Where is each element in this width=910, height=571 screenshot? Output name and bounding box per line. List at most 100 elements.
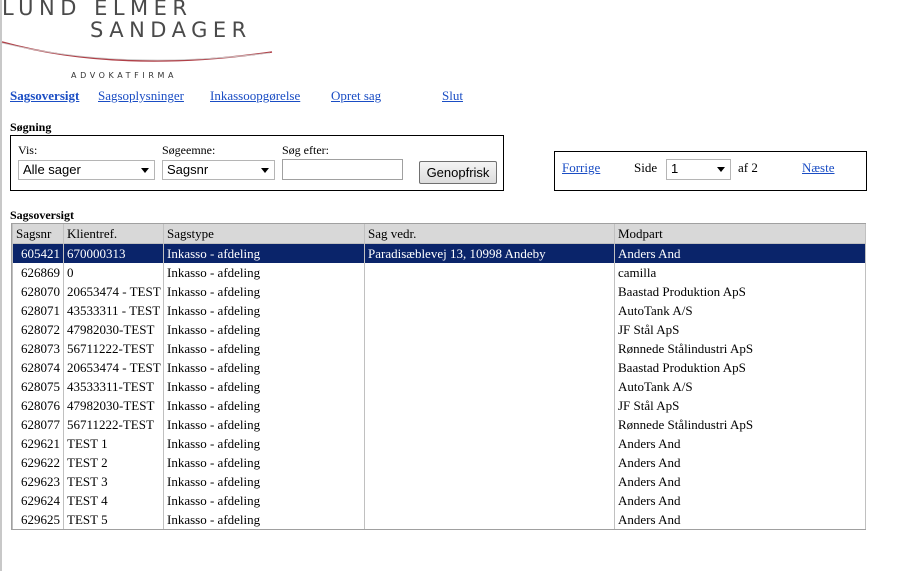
cell-sagstype[interactable]: Inkasso - afdeling bbox=[163, 453, 365, 472]
table-row[interactable]: 605421 670000313 Inkasso - afdeling Paradis… bbox=[12, 243, 866, 263]
cell-sag-vedr[interactable] bbox=[364, 510, 615, 529]
cell-klientref[interactable]: 43533311-TEST bbox=[63, 377, 164, 396]
cell-sag-vedr[interactable] bbox=[364, 282, 615, 301]
cell-sagstype[interactable]: Inkasso - afdeling bbox=[163, 510, 365, 529]
cell-sagstype[interactable]: Inkasso - afdeling bbox=[163, 263, 365, 282]
cell-sag-vedr[interactable] bbox=[364, 434, 615, 453]
col-header-sagstype[interactable]: Sagstype bbox=[163, 224, 365, 244]
cell-sag-vedr[interactable] bbox=[364, 339, 615, 358]
cell-sagsnr[interactable]: 629623 bbox=[12, 472, 64, 491]
cell-sagsnr[interactable]: 628076 bbox=[12, 396, 64, 415]
cell-sag-vedr[interactable] bbox=[364, 396, 615, 415]
cell-modpart[interactable]: AutoTank A/S bbox=[614, 377, 866, 396]
col-header-sagsnr[interactable]: Sagsnr bbox=[12, 224, 64, 244]
table-row[interactable]: 628074 20653474 - TEST Inkasso - afdeling B… bbox=[12, 358, 866, 377]
cell-sagstype[interactable]: Inkasso - afdeling bbox=[163, 472, 365, 491]
page-select[interactable]: 1 bbox=[666, 159, 731, 180]
cell-sagstype[interactable]: Inkasso - afdeling bbox=[163, 243, 365, 263]
cell-klientref[interactable]: 43533311 - TEST bbox=[63, 301, 164, 320]
genopfrisk-button[interactable]: Genopfrisk bbox=[419, 161, 497, 184]
cell-klientref[interactable]: 56711222-TEST bbox=[63, 415, 164, 434]
cell-sagstype[interactable]: Inkasso - afdeling bbox=[163, 339, 365, 358]
cell-sagsnr[interactable]: 628075 bbox=[12, 377, 64, 396]
table-row[interactable]: 626869 0 Inkasso - afdeling camilla bbox=[12, 263, 866, 282]
cell-sagsnr[interactable]: 629625 bbox=[12, 510, 64, 529]
cell-sagstype[interactable]: Inkasso - afdeling bbox=[163, 415, 365, 434]
cell-sagstype[interactable]: Inkasso - afdeling bbox=[163, 434, 365, 453]
cell-modpart[interactable]: Anders And bbox=[614, 434, 866, 453]
cell-sagsnr[interactable]: 628077 bbox=[12, 415, 64, 434]
cell-sag-vedr[interactable] bbox=[364, 377, 615, 396]
cell-sag-vedr[interactable] bbox=[364, 358, 615, 377]
cell-modpart[interactable]: Baastad Produktion ApS bbox=[614, 358, 866, 377]
cell-klientref[interactable]: TEST 1 bbox=[63, 434, 164, 453]
table-row[interactable]: 629624 TEST 4 Inkasso - afdeling Anders And bbox=[12, 491, 866, 510]
cell-modpart[interactable]: Anders And bbox=[614, 453, 866, 472]
cell-sagsnr[interactable]: 628072 bbox=[12, 320, 64, 339]
table-row[interactable]: 628072 47982030-TEST Inkasso - afdeling JF … bbox=[12, 320, 866, 339]
col-header-modpart[interactable]: Modpart bbox=[614, 224, 866, 244]
cell-klientref[interactable]: TEST 5 bbox=[63, 510, 164, 529]
soeg-efter-input[interactable] bbox=[282, 159, 403, 180]
cell-sagsnr[interactable]: 605421 bbox=[12, 243, 64, 263]
cell-klientref[interactable]: 670000313 bbox=[63, 243, 164, 263]
cell-modpart[interactable]: Anders And bbox=[614, 472, 866, 491]
cell-sag-vedr[interactable] bbox=[364, 472, 615, 491]
cell-klientref[interactable]: 47982030-TEST bbox=[63, 396, 164, 415]
table-row[interactable]: 628075 43533311-TEST Inkasso - afdeling Aut… bbox=[12, 377, 866, 396]
cell-klientref[interactable]: 20653474 - TEST bbox=[63, 282, 164, 301]
cell-sagsnr[interactable]: 629624 bbox=[12, 491, 64, 510]
cell-sag-vedr[interactable] bbox=[364, 301, 615, 320]
cell-modpart[interactable]: Rønnede Stålindustri ApS bbox=[614, 415, 866, 434]
nav-sagsoversigt[interactable]: Sagsoversigt bbox=[10, 88, 79, 104]
cell-sagsnr[interactable]: 628070 bbox=[12, 282, 64, 301]
cell-modpart[interactable]: Anders And bbox=[614, 510, 866, 529]
table-row[interactable]: 628070 20653474 - TEST Inkasso - afdeling B… bbox=[12, 282, 866, 301]
cell-sag-vedr[interactable]: Paradisæblevej 13, 10998 Andeby bbox=[364, 243, 615, 263]
table-row[interactable]: 628073 56711222-TEST Inkasso - afdeling Røn… bbox=[12, 339, 866, 358]
cell-modpart[interactable]: Anders And bbox=[614, 491, 866, 510]
cell-modpart[interactable]: JF Stål ApS bbox=[614, 396, 866, 415]
nav-opret-sag[interactable]: Opret sag bbox=[331, 88, 381, 104]
cell-klientref[interactable]: 20653474 - TEST bbox=[63, 358, 164, 377]
cell-sagstype[interactable]: Inkasso - afdeling bbox=[163, 301, 365, 320]
cell-klientref[interactable]: 0 bbox=[63, 263, 164, 282]
col-header-sag-vedr[interactable]: Sag vedr. bbox=[364, 224, 615, 244]
cell-sagstype[interactable]: Inkasso - afdeling bbox=[163, 358, 365, 377]
nav-inkassoopgorelse[interactable]: Inkassoopgørelse bbox=[210, 88, 300, 104]
table-row[interactable]: 629623 TEST 3 Inkasso - afdeling Anders And bbox=[12, 472, 866, 491]
table-row[interactable]: 628071 43533311 - TEST Inkasso - afdeling A… bbox=[12, 301, 866, 320]
col-header-klientref[interactable]: Klientref. bbox=[63, 224, 164, 244]
cell-sagsnr[interactable]: 628071 bbox=[12, 301, 64, 320]
table-row[interactable]: 628077 56711222-TEST Inkasso - afdeling Røn… bbox=[12, 415, 866, 434]
cell-sagsnr[interactable]: 629621 bbox=[12, 434, 64, 453]
cell-sagstype[interactable]: Inkasso - afdeling bbox=[163, 282, 365, 301]
next-page-link[interactable]: Næste bbox=[802, 160, 835, 176]
vis-select[interactable]: Alle sager bbox=[18, 160, 155, 180]
nav-slut[interactable]: Slut bbox=[442, 88, 463, 104]
cell-sag-vedr[interactable] bbox=[364, 415, 615, 434]
cell-klientref[interactable]: TEST 3 bbox=[63, 472, 164, 491]
cell-sag-vedr[interactable] bbox=[364, 263, 615, 282]
cell-sagstype[interactable]: Inkasso - afdeling bbox=[163, 396, 365, 415]
cell-modpart[interactable]: AutoTank A/S bbox=[614, 301, 866, 320]
cell-sagsnr[interactable]: 628074 bbox=[12, 358, 64, 377]
table-row[interactable]: 628076 47982030-TEST Inkasso - afdeling JF … bbox=[12, 396, 866, 415]
cell-sagstype[interactable]: Inkasso - afdeling bbox=[163, 320, 365, 339]
cell-sag-vedr[interactable] bbox=[364, 320, 615, 339]
cell-sagsnr[interactable]: 629622 bbox=[12, 453, 64, 472]
nav-sagsoplysninger[interactable]: Sagsoplysninger bbox=[98, 88, 184, 104]
cell-sag-vedr[interactable] bbox=[364, 491, 615, 510]
soegeemne-select[interactable]: Sagsnr bbox=[162, 160, 275, 180]
cell-klientref[interactable]: TEST 4 bbox=[63, 491, 164, 510]
table-row[interactable]: 629625 TEST 5 Inkasso - afdeling Anders And bbox=[12, 510, 866, 529]
cell-modpart[interactable]: Rønnede Stålindustri ApS bbox=[614, 339, 866, 358]
cell-modpart[interactable]: JF Stål ApS bbox=[614, 320, 866, 339]
table-row[interactable]: 629622 TEST 2 Inkasso - afdeling Anders And bbox=[12, 453, 866, 472]
cell-klientref[interactable]: 47982030-TEST bbox=[63, 320, 164, 339]
cell-sagstype[interactable]: Inkasso - afdeling bbox=[163, 377, 365, 396]
cell-sagsnr[interactable]: 626869 bbox=[12, 263, 64, 282]
cell-modpart[interactable]: Anders And bbox=[614, 243, 866, 263]
cell-klientref[interactable]: 56711222-TEST bbox=[63, 339, 164, 358]
cell-klientref[interactable]: TEST 2 bbox=[63, 453, 164, 472]
